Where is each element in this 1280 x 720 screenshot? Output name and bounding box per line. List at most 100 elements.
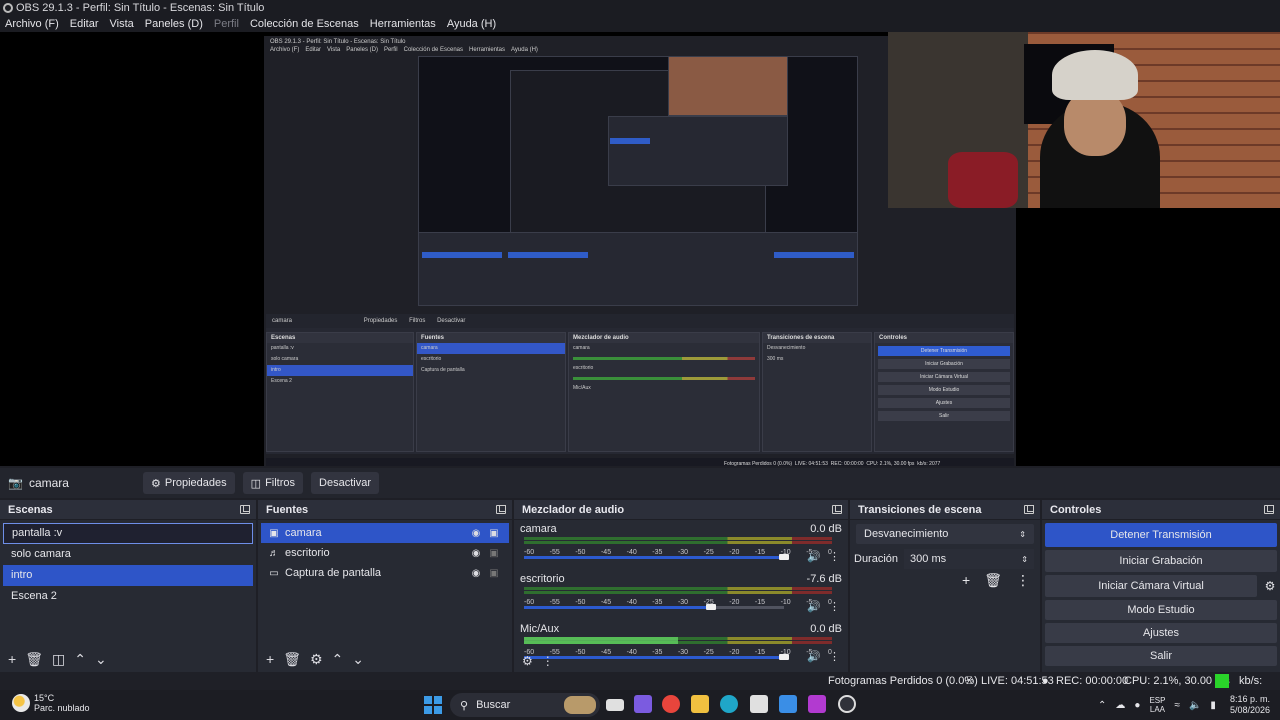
add-icon[interactable]: + [266,651,274,667]
menu-coleccion-escenas[interactable]: Colección de Escenas [250,16,359,32]
menu-paneles[interactable]: Paneles (D) [145,16,203,32]
mail-icon[interactable] [779,695,797,713]
language-indicator[interactable]: ESP LAA [1149,696,1165,714]
scene-item-pantalla[interactable]: pantalla :v [3,523,253,544]
chevron-up-icon[interactable]: ⌃ [332,651,344,668]
meter-scale: -60 -55 -50 -45 -40 -35 -30 -25 -20 -15 -10 -5 0 [524,599,832,606]
trash-icon[interactable]: 🗑 [283,651,301,668]
undock-icon[interactable] [496,505,506,514]
properties-button[interactable]: ⚙ Propiedades [143,472,235,494]
weather-desc: Parc. nublado [34,703,90,713]
sources-dock: Fuentes ▣ camara ◉ ▣ ♬ escritorio ◉ ▣ ▭ … [258,500,512,672]
volume-slider-track[interactable] [711,606,784,609]
transition-select[interactable]: Desvanecimiento ⇕ [856,524,1034,544]
more-icon[interactable]: ⋮ [542,654,554,668]
lock-icon[interactable]: ▣ [485,548,503,559]
microphone-icon[interactable]: ● [1134,700,1140,711]
eye-icon[interactable]: ◉ [467,528,485,539]
obs-icon[interactable] [838,695,856,713]
scene-item-escena-2[interactable]: Escena 2 [3,586,253,607]
undock-icon[interactable] [1264,505,1274,514]
mixer-tick: -40 [626,549,637,556]
speaker-icon[interactable]: 🔊 [807,600,821,613]
scene-item-intro[interactable]: intro [3,565,253,586]
menu-perfil[interactable]: Perfil [214,16,239,32]
chrome-icon[interactable] [662,695,680,713]
menu-editar[interactable]: Editar [70,16,99,32]
clock[interactable]: 8:16 p. m. 5/08/2026 [1230,694,1270,716]
weather-temp: 15°C [34,693,55,703]
settings-button[interactable]: Ajustes [1045,623,1277,643]
volume-slider-handle[interactable] [706,604,716,610]
windows-start-icon[interactable] [424,696,442,714]
more-icon[interactable]: ⋮ [829,600,840,613]
eye-icon[interactable]: ◉ [467,568,485,579]
speaker-icon[interactable]: 🔊 [807,550,821,563]
lock-icon[interactable]: ▣ [485,528,503,539]
edge-icon[interactable] [720,695,738,713]
filter-icon[interactable]: ◫ [52,651,65,668]
mixer-tick: -55 [549,599,560,606]
chevron-down-icon[interactable]: ⌄ [352,651,364,668]
menu-vista[interactable]: Vista [110,16,134,32]
taskbar-search[interactable]: ⚲ Buscar [450,693,600,717]
store-icon[interactable] [750,695,768,713]
add-icon[interactable]: + [8,651,16,667]
nested-sources-panel: Fuentes camara escritorio Captura de pan… [416,332,566,452]
chevron-down-icon[interactable]: ⌄ [95,651,107,668]
duration-input[interactable]: 300 ms ⇕ [904,549,1034,569]
mixer-tick: -20 [729,599,740,606]
battery-icon[interactable]: ▮ [1210,700,1216,711]
more-icon[interactable]: ⋮ [1016,572,1030,589]
deactivate-button[interactable]: Desactivar [311,472,379,494]
source-item-captura-pantalla[interactable]: ▭ Captura de pantalla ◉ ▣ [261,563,509,583]
undock-icon[interactable] [240,505,250,514]
studio-mode-button[interactable]: Modo Estudio [1045,600,1277,620]
trash-icon[interactable]: 🗑 [984,572,1002,589]
chevron-up-icon[interactable]: ⌃ [1098,700,1106,711]
volume-slider-handle[interactable] [779,554,789,560]
start-recording-button[interactable]: Iniciar Grabación [1045,550,1277,572]
widgets-icon[interactable] [634,695,652,713]
eye-icon[interactable]: ◉ [467,548,485,559]
volume-slider-fill[interactable] [524,556,784,559]
weather-widget[interactable]: 15°C Parc. nublado [12,693,90,713]
menu-ayuda[interactable]: Ayuda (H) [447,16,496,32]
speaker-icon: ♬ [269,547,279,559]
menu-archivo[interactable]: Archivo (F) [5,16,59,32]
gear-icon[interactable]: ⚙ [310,651,323,668]
source-item-camara[interactable]: ▣ camara ◉ ▣ [261,523,509,543]
volume-icon[interactable]: 🔈 [1189,700,1201,711]
menu-herramientas[interactable]: Herramientas [370,16,436,32]
duration-row: Duración 300 ms ⇕ [850,548,1040,570]
controls-title: Controles [1050,503,1102,516]
source-item-escritorio[interactable]: ♬ escritorio ◉ ▣ [261,543,509,563]
undock-icon[interactable] [832,505,842,514]
wifi-icon[interactable]: ≈ [1174,700,1180,711]
gear-icon[interactable]: ⚙ [522,654,533,668]
cloud-icon[interactable]: ☁ [1115,700,1125,711]
lock-icon[interactable]: ▣ [485,568,503,579]
trash-icon[interactable]: 🗑 [25,651,43,668]
undock-icon[interactable] [1024,505,1034,514]
app-icon[interactable] [808,695,826,713]
clock-time: 8:16 p. m. [1229,694,1270,704]
stop-stream-button[interactable]: Detener Transmisión [1045,523,1277,547]
volume-slider-fill[interactable] [524,606,711,609]
mixer-tick: -15 [754,549,766,556]
task-view-icon[interactable] [606,699,624,711]
gear-icon[interactable]: ⚙ [1260,579,1280,593]
controls-dock: Controles Detener Transmisión Iniciar Gr… [1042,500,1280,672]
scene-item-solo-camara[interactable]: solo camara [3,544,253,565]
channel-db: 0.0 dB [810,523,842,535]
file-explorer-icon[interactable] [691,695,709,713]
chevron-up-icon[interactable]: ⌃ [74,651,86,668]
preview-canvas[interactable]: OBS 29.1.3 - Perfil: Sin Título - Escena… [0,32,1280,466]
more-icon[interactable]: ⋮ [829,550,840,563]
start-virtual-camera-button[interactable]: Iniciar Cámara Virtual [1045,575,1257,597]
search-icon: ⚲ [460,699,469,712]
add-icon[interactable]: + [962,572,970,589]
spin-arrows-icon[interactable]: ⇕ [1021,555,1028,564]
filters-button[interactable]: ◫ Filtros [242,472,304,494]
exit-button[interactable]: Salir [1045,646,1277,666]
